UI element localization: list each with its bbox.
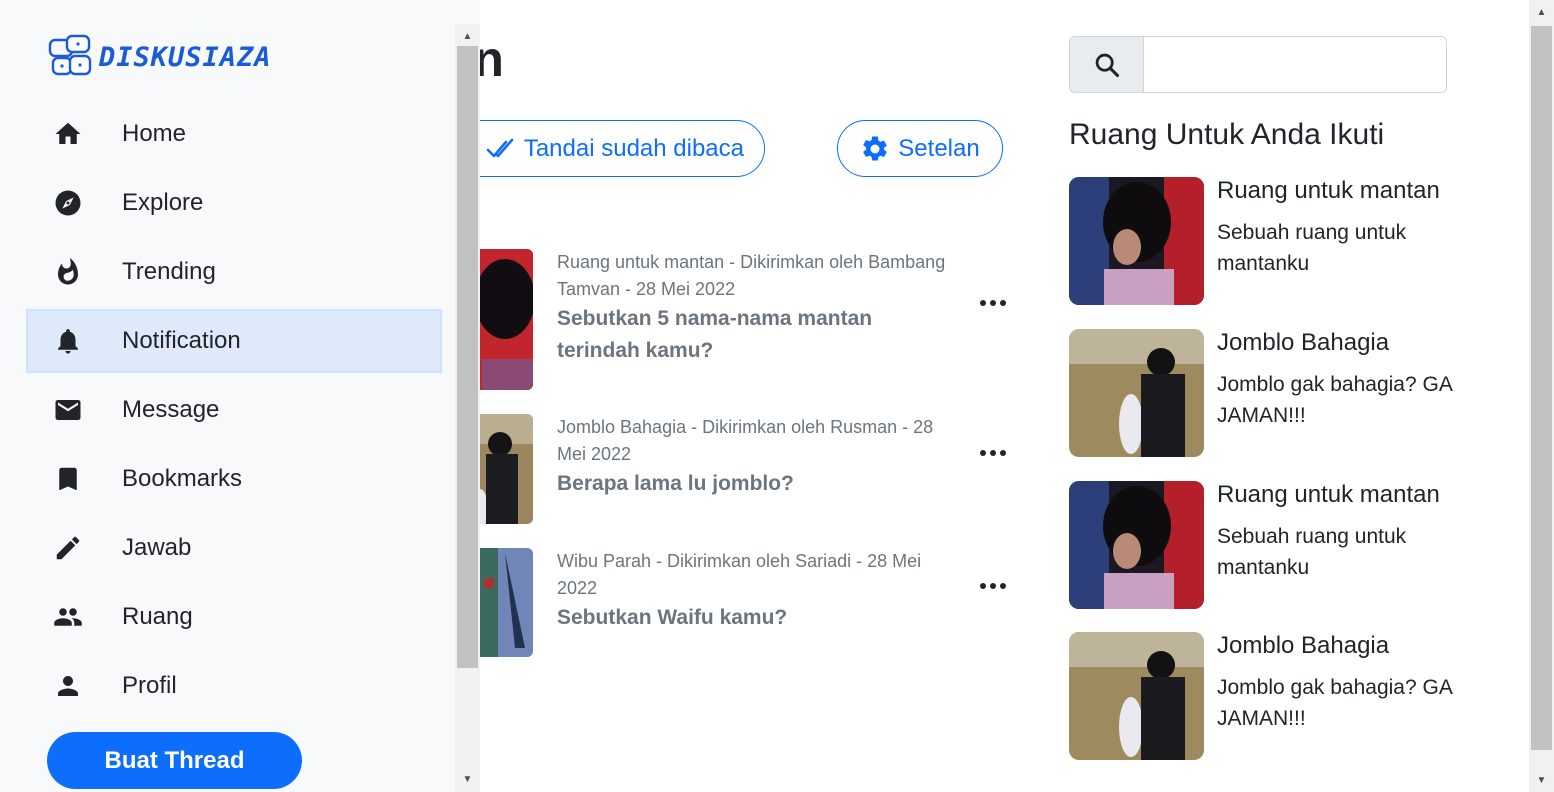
room-thumbnail (1069, 481, 1204, 609)
sidebar-item-trending[interactable]: Trending (26, 240, 442, 304)
room-card[interactable]: Ruang untuk mantan Sebuah ruang untuk ma… (1069, 481, 1509, 609)
search-input[interactable] (1144, 37, 1446, 92)
sidebar-item-label: Home (122, 120, 187, 147)
room-card[interactable]: Jomblo Bahagia Jomblo gak bahagia? GA JA… (1069, 329, 1509, 457)
more-options-icon[interactable] (980, 448, 1006, 458)
create-thread-button[interactable]: Buat Thread (47, 732, 302, 789)
room-card[interactable]: Jomblo Bahagia Jomblo gak bahagia? GA JA… (1069, 632, 1509, 760)
sidebar-scrollbar-thumb[interactable] (457, 46, 478, 668)
page-scrollbar-thumb[interactable] (1531, 26, 1552, 750)
chat-bubbles-logo-icon (48, 34, 92, 76)
sidebar-item-label: Ruang (122, 603, 193, 630)
scroll-up-arrow-icon[interactable]: ▲ (1529, 2, 1554, 22)
settings-button[interactable]: Setelan (837, 120, 1003, 177)
sidebar: DISKUSIAZA Home Explore Trending Notific… (0, 0, 480, 792)
sidebar-item-bookmarks[interactable]: Bookmarks (26, 447, 442, 511)
logo[interactable]: DISKUSIAZA (47, 34, 272, 80)
app-root: otification Tandai sudah dibaca Setelan … (0, 0, 1554, 792)
notification-meta: Ruang untuk mantan - Dikirimkan oleh Bam… (557, 252, 946, 299)
room-description: Sebuah ruang untuk mantanku (1217, 525, 1407, 579)
scroll-down-arrow-icon[interactable]: ▼ (455, 769, 480, 789)
sidebar-item-label: Trending (122, 258, 216, 285)
mail-icon (28, 395, 108, 425)
room-name[interactable]: Jomblo Bahagia (1217, 329, 1389, 357)
search-button[interactable] (1070, 37, 1144, 92)
search-bar (1069, 36, 1447, 93)
sidebar-item-label: Notification (122, 327, 241, 354)
sidebar-item-jawab[interactable]: Jawab (26, 516, 442, 580)
room-thumbnail (1069, 632, 1204, 760)
sidebar-item-label: Bookmarks (122, 465, 243, 492)
sidebar-item-label: Profil (122, 672, 177, 699)
sidebar-item-ruang[interactable]: Ruang (26, 585, 442, 649)
sidebar-item-message[interactable]: Message (26, 378, 442, 442)
room-description: Jomblo gak bahagia? GA JAMAN!!! (1217, 373, 1452, 427)
fire-icon (28, 257, 108, 287)
bookmark-icon (28, 464, 108, 494)
notification-title[interactable]: Berapa lama lu jomblo? (557, 468, 917, 500)
search-icon (1095, 53, 1119, 77)
pencil-icon (28, 533, 108, 563)
room-thumbnail (1069, 177, 1204, 305)
scroll-up-arrow-icon[interactable]: ▲ (455, 26, 480, 46)
settings-label: Setelan (898, 134, 980, 162)
logo-text: DISKUSIAZA (99, 41, 272, 73)
notification-item[interactable]: Wibu Parah - Dikirimkan oleh Sariadi - 2… (420, 548, 1020, 658)
notification-item[interactable]: Ruang untuk mantan - Dikirimkan oleh Bam… (420, 249, 1020, 391)
sidebar-item-profil[interactable]: Profil (26, 654, 442, 718)
room-card[interactable]: Ruang untuk mantan Sebuah ruang untuk ma… (1069, 177, 1509, 305)
more-options-icon[interactable] (980, 581, 1006, 591)
group-icon (28, 602, 108, 632)
notification-title[interactable]: Sebutkan Waifu kamu? (557, 602, 917, 634)
room-name[interactable]: Jomblo Bahagia (1217, 632, 1389, 660)
room-thumbnail (1069, 329, 1204, 457)
notification-title[interactable]: Sebutkan 5 nama-nama mantan terindah kam… (557, 303, 917, 367)
page-scrollbar[interactable]: ▲ ▼ (1529, 0, 1554, 792)
sidebar-item-label: Message (122, 396, 220, 423)
notification-item[interactable]: Jomblo Bahagia - Dikirimkan oleh Rusman … (420, 414, 1020, 524)
sidebar-item-explore[interactable]: Explore (26, 171, 442, 235)
room-name[interactable]: Ruang untuk mantan (1217, 177, 1440, 205)
room-name[interactable]: Ruang untuk mantan (1217, 481, 1440, 509)
notification-meta: Wibu Parah - Dikirimkan oleh Sariadi - 2… (557, 551, 922, 598)
sidebar-item-notification[interactable]: Notification (26, 309, 442, 373)
sidebar-item-home[interactable]: Home (26, 102, 442, 166)
scroll-down-arrow-icon[interactable]: ▼ (1529, 770, 1554, 790)
more-options-icon[interactable] (980, 298, 1006, 308)
sidebar-scrollbar[interactable]: ▲ ▼ (455, 24, 480, 792)
notification-meta: Jomblo Bahagia - Dikirimkan oleh Rusman … (557, 417, 934, 464)
person-icon (28, 671, 108, 701)
room-description: Sebuah ruang untuk mantanku (1217, 221, 1407, 275)
compass-icon (28, 188, 108, 218)
sidebar-item-label: Jawab (122, 534, 192, 561)
room-description: Jomblo gak bahagia? GA JAMAN!!! (1217, 676, 1452, 730)
rooms-section-title: Ruang Untuk Anda Ikuti (1069, 118, 1385, 151)
mark-all-read-label: Tandai sudah dibaca (523, 134, 744, 162)
gear-icon (863, 135, 887, 160)
double-check-icon (486, 138, 514, 157)
bell-icon (28, 326, 108, 356)
sidebar-item-label: Explore (122, 189, 204, 216)
home-icon (28, 119, 108, 149)
